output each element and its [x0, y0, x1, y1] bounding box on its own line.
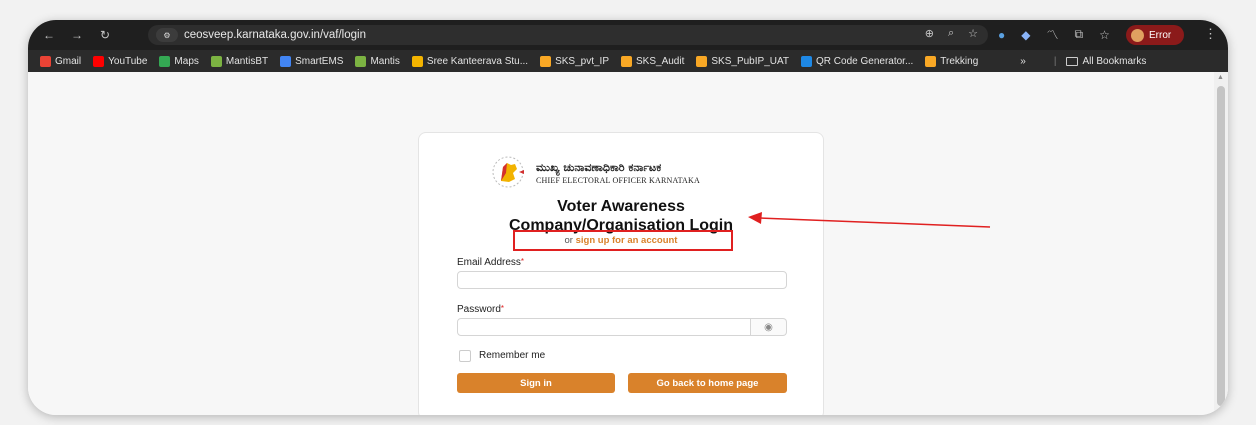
screenshot-frame: ← → ↻ ⚙ ceosveep.karnataka.gov.in/vaf/lo… [0, 0, 1256, 425]
annotation-arrow [748, 212, 991, 228]
